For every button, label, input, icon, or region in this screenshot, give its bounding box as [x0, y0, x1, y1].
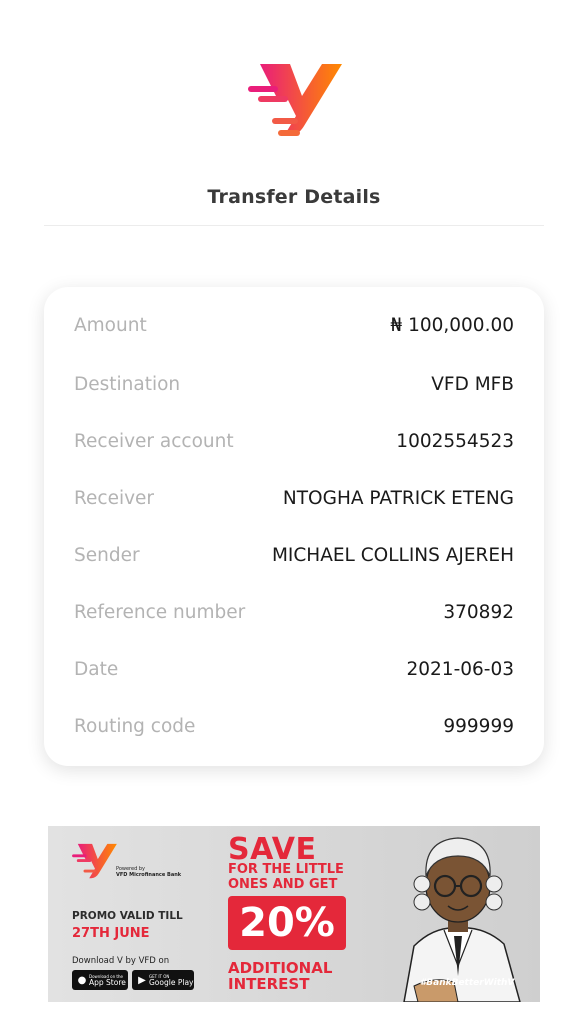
- detail-value: MICHAEL COLLINS AJEREH: [271, 544, 514, 566]
- hashtag-text: #BankBetterWithV: [420, 978, 515, 988]
- detail-row-reference-number: Reference number 370892: [74, 598, 514, 626]
- detail-value: 2021-06-03: [406, 658, 514, 680]
- detail-value: 370892: [443, 601, 514, 623]
- app-store-label: Download on the App Store: [89, 974, 126, 987]
- detail-row-receiver: Receiver NTOGHA PATRICK ETENG: [74, 484, 514, 512]
- promo-valid-text: PROMO VALID TILL: [72, 910, 183, 922]
- detail-row-routing-code: Routing code 999999: [74, 712, 514, 740]
- app-store-name: App Store: [89, 977, 126, 987]
- detail-row-receiver-account: Receiver account 1002554523: [74, 427, 514, 455]
- little-ones-line-2: ONES AND GET: [228, 877, 338, 892]
- detail-value: ₦ 100,000.00: [390, 314, 514, 336]
- additional-interest-text: ADDITIONAL INTEREST: [228, 960, 332, 992]
- header-divider: [44, 225, 544, 226]
- google-play-name: Google Play: [149, 977, 194, 987]
- lawyer-child-illustration: [403, 837, 521, 1002]
- detail-label: Receiver account: [74, 430, 234, 452]
- percent-badge: 20%: [228, 896, 346, 950]
- apple-icon: ●: [77, 974, 87, 986]
- little-ones-line-1: FOR THE LITTLE: [228, 862, 344, 877]
- google-play-label: GET IT ON Google Play: [149, 974, 193, 987]
- detail-row-amount: Amount ₦ 100,000.00: [74, 311, 514, 339]
- vfd-logo: [248, 64, 342, 136]
- detail-label: Destination: [74, 373, 181, 395]
- detail-label: Amount: [74, 314, 147, 336]
- promo-date-text: 27TH JUNE: [72, 926, 150, 941]
- detail-label: Sender: [74, 544, 140, 566]
- download-text: Download V by VFD on: [72, 956, 170, 966]
- transfer-details-card: Amount ₦ 100,000.00 Destination VFD MFB …: [44, 287, 544, 766]
- play-icon: ▶: [138, 974, 146, 986]
- detail-label: Routing code: [74, 715, 196, 737]
- detail-value: 1002554523: [396, 430, 514, 452]
- additional-line-1: ADDITIONAL: [228, 959, 333, 977]
- banner-vfd-logo: [72, 843, 117, 879]
- promo-banner[interactable]: Powered by VFD Microfinance Bank PROMO V…: [48, 826, 540, 1002]
- page-title: Transfer Details: [207, 186, 381, 208]
- google-play-button[interactable]: ▶ GET IT ON Google Play: [132, 970, 194, 990]
- detail-value: VFD MFB: [431, 373, 514, 395]
- detail-row-date: Date 2021-06-03: [74, 655, 514, 683]
- app-store-button[interactable]: ● Download on the App Store: [72, 970, 128, 990]
- detail-value: NTOGHA PATRICK ETENG: [282, 487, 514, 509]
- detail-label: Date: [74, 658, 119, 680]
- detail-row-sender: Sender MICHAEL COLLINS AJEREH: [74, 541, 514, 569]
- additional-line-2: INTEREST: [228, 975, 310, 993]
- detail-value: 999999: [443, 715, 514, 737]
- powered-by-text: Powered by VFD Microfinance Bank: [116, 866, 181, 878]
- detail-label: Receiver: [74, 487, 155, 509]
- little-ones-text: FOR THE LITTLE ONES AND GET: [228, 862, 344, 892]
- detail-row-destination: Destination VFD MFB: [74, 370, 514, 398]
- detail-label: Reference number: [74, 601, 246, 623]
- powered-by-bank: VFD Microfinance Bank: [116, 872, 182, 878]
